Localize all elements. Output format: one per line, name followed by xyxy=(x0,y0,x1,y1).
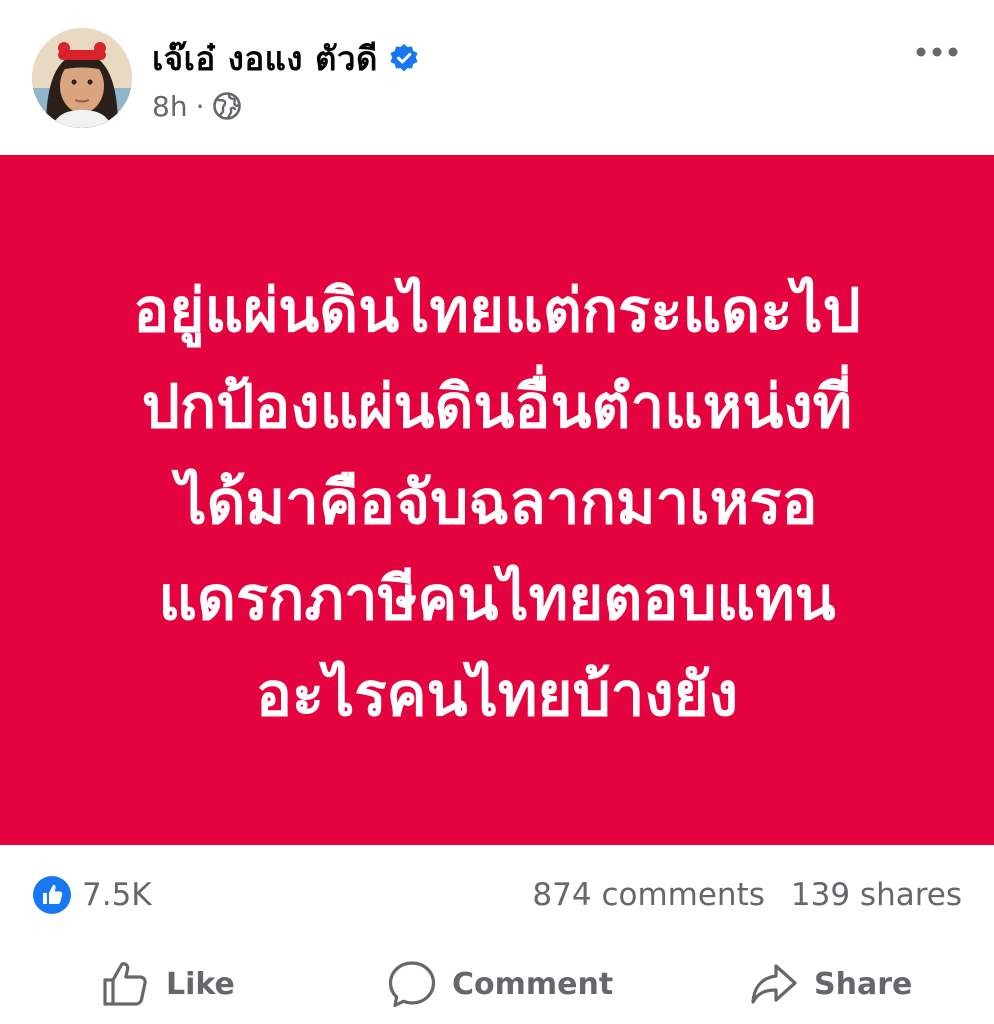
comment-count[interactable]: 874 comments xyxy=(532,875,764,915)
engagement-counts: 874 comments 139 shares xyxy=(532,875,962,915)
share-arrow-icon xyxy=(751,964,797,1004)
like-count[interactable]: 7.5K xyxy=(82,875,152,915)
post-text-line: อยู่แผ่นดินไทยแต่กระแดะไป xyxy=(133,276,861,346)
facebook-post: เจ๊เอ๋ งอแง ตัวดี 8h · อยู่แผ่นดินไทยแต่… xyxy=(0,0,994,1024)
post-meta: 8h · xyxy=(152,86,242,126)
post-header: เจ๊เอ๋ งอแง ตัวดี 8h · xyxy=(0,0,994,155)
comment-button-label: Comment xyxy=(452,966,614,1002)
comment-button[interactable]: Comment xyxy=(386,957,613,1011)
author-row: เจ๊เอ๋ งอแง ตัวดี xyxy=(152,34,420,82)
post-actions: Like Comment Share xyxy=(0,945,994,1024)
meta-separator: · xyxy=(195,89,205,123)
thumbs-up-icon xyxy=(103,962,147,1006)
post-text-line: ปกป้องแผ่นดินอื่นตำแหน่งที่ xyxy=(141,372,853,442)
like-reaction-icon[interactable] xyxy=(32,875,72,915)
post-time[interactable]: 8h xyxy=(152,90,188,123)
share-count[interactable]: 139 shares xyxy=(791,875,962,915)
post-text-line: ได้มาคือจับฉลากมาเหรอ xyxy=(176,468,818,538)
post-text-line: อะไรคนไทยบ้างยัง xyxy=(255,660,739,730)
avatar[interactable] xyxy=(32,28,132,128)
globe-icon xyxy=(213,92,242,120)
avatar-image xyxy=(32,28,132,128)
share-button-label: Share xyxy=(814,966,913,1002)
post-text: อยู่แผ่นดินไทยแต่กระแดะไป ปกป้องแผ่นดินอ… xyxy=(133,263,860,743)
more-options-icon[interactable] xyxy=(914,40,960,64)
verified-badge-icon xyxy=(390,44,418,72)
post-content-card[interactable]: อยู่แผ่นดินไทยแต่กระแดะไป ปกป้องแผ่นดินอ… xyxy=(0,155,994,845)
author-name[interactable]: เจ๊เอ๋ งอแง ตัวดี xyxy=(152,32,378,85)
share-button[interactable]: Share xyxy=(748,957,912,1011)
post-text-line: แดรกภาษีคนไทยตอบแทน xyxy=(158,564,836,634)
comment-bubble-icon xyxy=(388,961,436,1008)
like-button-label: Like xyxy=(166,966,235,1002)
like-button[interactable]: Like xyxy=(100,957,235,1011)
post-stats: 7.5K 874 comments 139 shares xyxy=(0,845,994,945)
